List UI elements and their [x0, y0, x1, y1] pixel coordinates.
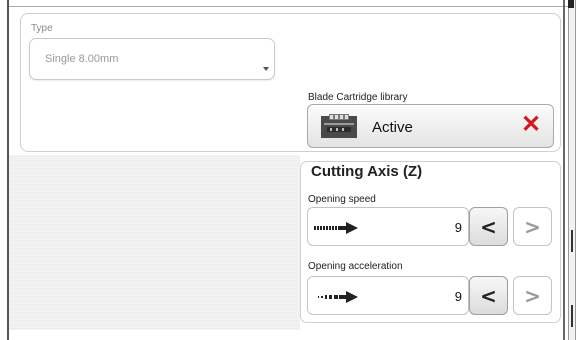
- scrollbar-grip-lower[interactable]: [571, 305, 573, 327]
- opening-speed-value: 9: [454, 220, 462, 235]
- opening-acceleration-increase-button[interactable]: >: [513, 276, 552, 315]
- chevron-down-icon: [263, 67, 269, 71]
- opening-acceleration-decrease-button[interactable]: <: [469, 276, 508, 315]
- window-top-edge: [7, 0, 574, 7]
- opening-speed-field[interactable]: 9: [307, 207, 469, 246]
- background-pattern: [9, 155, 300, 330]
- opening-speed-decrease-button[interactable]: <: [469, 207, 508, 246]
- speed-arrow-icon: [314, 221, 358, 239]
- cutting-axis-title: Cutting Axis (Z): [311, 163, 423, 180]
- scrollbar-top-cap: [568, 0, 574, 8]
- opening-acceleration-label: Opening acceleration: [308, 261, 403, 272]
- acceleration-arrow-icon: [314, 290, 358, 308]
- close-x-icon[interactable]: ✕: [521, 111, 541, 139]
- opening-acceleration-value: 9: [454, 289, 462, 304]
- opening-speed-increase-button[interactable]: >: [513, 207, 552, 246]
- blade-cartridge-library-label: Blade Cartridge library: [308, 92, 408, 103]
- blade-cartridge-status: Active: [372, 119, 413, 136]
- window-right-edge: [563, 0, 565, 340]
- opening-acceleration-field[interactable]: 9: [307, 276, 469, 315]
- type-label: Type: [31, 23, 53, 34]
- opening-speed-label: Opening speed: [308, 194, 376, 205]
- scrollbar-track[interactable]: [568, 0, 576, 340]
- type-select[interactable]: Single 8.00mm: [29, 38, 275, 80]
- blade-cartridge-icon: [321, 114, 357, 143]
- scrollbar-grip-upper[interactable]: [571, 230, 573, 252]
- type-select-value: Single 8.00mm: [45, 53, 119, 65]
- blade-cartridge-library-button[interactable]: Active ✕: [307, 104, 554, 148]
